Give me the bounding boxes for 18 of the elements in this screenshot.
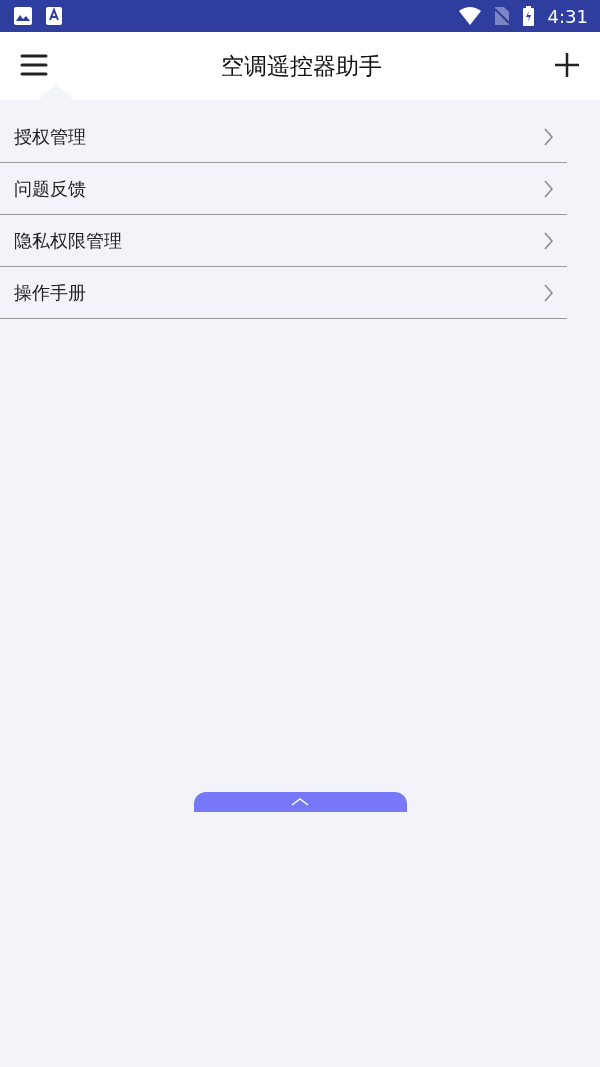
menu-button[interactable]: [20, 53, 48, 79]
status-time: 4:31: [547, 5, 588, 27]
app-title: 空调遥控器助手: [219, 51, 383, 81]
menu-item[interactable]: 操作手册: [0, 267, 567, 319]
menu-item[interactable]: 隐私权限管理: [0, 215, 567, 267]
wifi-icon: [458, 7, 481, 25]
chevron-right-icon: [544, 179, 553, 198]
font-icon: [46, 7, 62, 25]
menu-item[interactable]: 授权管理: [0, 111, 567, 163]
image-icon: [14, 7, 32, 25]
menu-item[interactable]: 问题反馈: [0, 163, 567, 215]
chevron-right-icon: [544, 231, 553, 250]
chevron-right-icon: [544, 127, 553, 146]
battery-charging-icon: [522, 6, 534, 26]
no-sim-icon: [494, 7, 509, 25]
chevron-right-icon: [544, 283, 553, 302]
chevron-up-icon: [291, 798, 309, 806]
expand-up-button[interactable]: [193, 792, 407, 812]
